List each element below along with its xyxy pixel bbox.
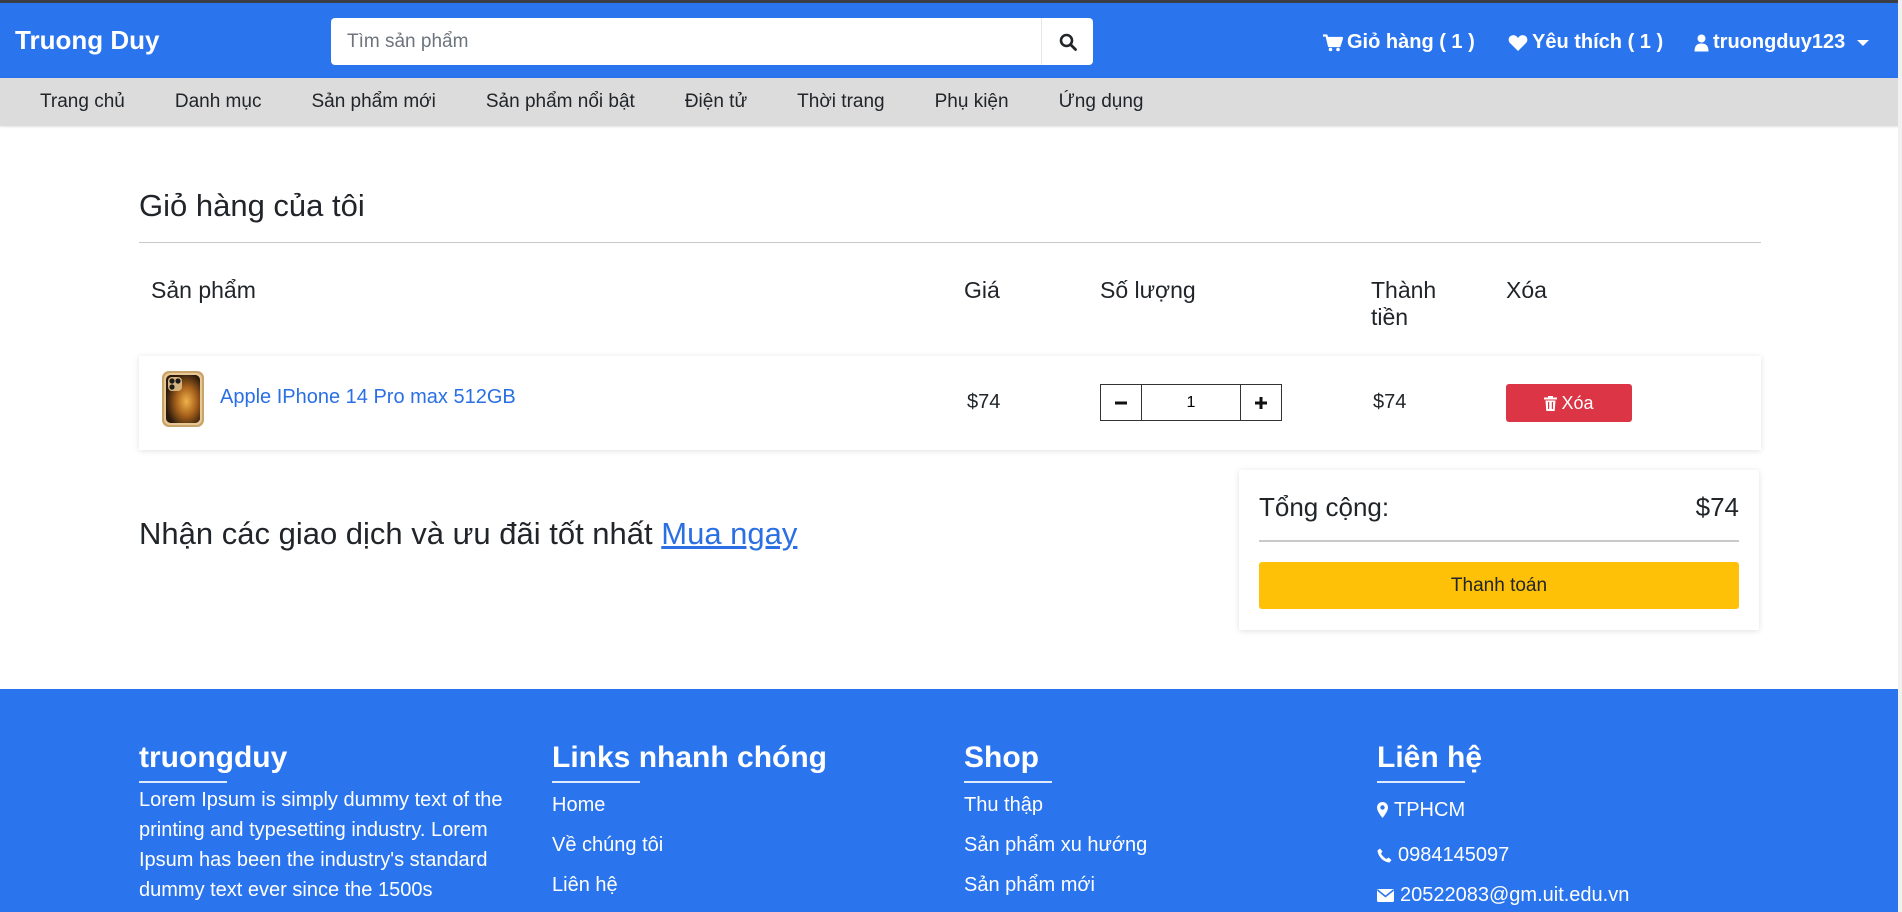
cart-link-label: Giỏ hàng ( 1 ): [1347, 31, 1475, 53]
search-button[interactable]: [1041, 18, 1093, 65]
footer-link-contact[interactable]: Liên hệ: [552, 865, 827, 905]
footer-address-text: TPHCM: [1394, 799, 1466, 821]
promo-text: Nhận các giao dịch và ưu đãi tốt nhất: [139, 516, 653, 551]
footer-about: truongduy Lorem Ipsum is simply dummy te…: [139, 741, 519, 905]
column-header-price: Giá: [964, 277, 1000, 303]
footer-quick-links: Links nhanh chóng Home Về chúng tôi Liên…: [552, 741, 827, 905]
chevron-down-icon: [1857, 39, 1870, 46]
nav-item-home[interactable]: Trang chủ: [40, 91, 125, 113]
nav-item-accessories[interactable]: Phụ kiện: [935, 91, 1009, 113]
user-icon: [1694, 34, 1709, 51]
footer-email: 20522083@gm.uit.edu.vn: [1377, 875, 1629, 912]
quantity-input[interactable]: [1142, 384, 1240, 421]
wishlist-link-label: Yêu thích ( 1 ): [1532, 31, 1664, 53]
column-header-quantity: Số lượng: [1100, 277, 1196, 303]
product-price: $74: [967, 391, 1001, 413]
footer-shop: Shop Thu thập Sản phẩm xu hướng Sản phẩm…: [964, 741, 1147, 905]
footer-about-text: Lorem Ipsum is simply dummy text of the …: [139, 789, 503, 901]
footer-phone: 0984145097: [1377, 835, 1629, 875]
shopping-cart-icon: [1323, 33, 1343, 51]
delete-item-label: Xóa: [1561, 392, 1594, 413]
page-title: Giỏ hàng của tôi: [139, 188, 365, 223]
increase-quantity-button[interactable]: [1240, 384, 1282, 421]
footer-shop-trending[interactable]: Sản phẩm xu hướng: [964, 825, 1147, 865]
search-icon: [1059, 33, 1077, 51]
shop-now-link[interactable]: Mua ngay: [661, 516, 797, 551]
nav-item-featured-products[interactable]: Sản phẩm nổi bật: [486, 91, 635, 113]
footer-link-about[interactable]: Về chúng tôi: [552, 825, 827, 865]
total-label: Tổng cộng:: [1259, 492, 1390, 522]
page-scrollbar[interactable]: [1898, 0, 1902, 912]
category-nav: Trang chủ Danh mục Sản phẩm mới Sản phẩm…: [0, 78, 1902, 126]
product-thumbnail[interactable]: [161, 370, 205, 428]
envelope-icon: [1377, 888, 1394, 902]
decrease-quantity-button[interactable]: [1100, 384, 1142, 421]
trash-icon: [1544, 395, 1558, 411]
footer-link-home[interactable]: Home: [552, 785, 827, 825]
order-summary: Tổng cộng: $74 Thanh toán: [1239, 470, 1759, 630]
promo-banner: Nhận các giao dịch và ưu đãi tốt nhất Mu…: [139, 516, 797, 552]
footer-address: TPHCM: [1377, 785, 1629, 835]
column-header-product: Sản phẩm: [151, 277, 256, 303]
heart-icon: [1508, 34, 1528, 51]
title-divider: [139, 242, 1761, 243]
footer-shop-title: Shop: [964, 741, 1147, 783]
column-header-total: Thành tiền: [1371, 277, 1437, 330]
footer-shop-collect[interactable]: Thu thập: [964, 785, 1147, 825]
plus-icon: [1255, 396, 1267, 409]
footer-email-text[interactable]: 20522083@gm.uit.edu.vn: [1400, 875, 1629, 912]
footer-about-title: truongduy: [139, 741, 519, 783]
column-header-delete: Xóa: [1506, 277, 1547, 303]
footer-shop-new[interactable]: Sản phẩm mới: [964, 865, 1147, 905]
search-bar: [331, 18, 1093, 65]
summary-divider: [1259, 540, 1739, 542]
quantity-stepper: [1100, 384, 1282, 421]
phone-icon: [1377, 848, 1392, 862]
nav-item-categories[interactable]: Danh mục: [175, 91, 262, 113]
nav-item-electronics[interactable]: Điện tử: [685, 91, 747, 113]
site-footer: truongduy Lorem Ipsum is simply dummy te…: [0, 689, 1898, 912]
footer-contact-title: Liên hệ: [1377, 741, 1629, 783]
minus-icon: [1115, 401, 1127, 404]
search-input[interactable]: [331, 18, 1041, 65]
cart-link[interactable]: Giỏ hàng ( 1 ): [1323, 31, 1475, 54]
nav-item-fashion[interactable]: Thời trang: [797, 91, 884, 113]
footer-phone-text[interactable]: 0984145097: [1398, 835, 1509, 875]
brand-logo[interactable]: Truong Duy: [15, 25, 159, 56]
footer-links-title: Links nhanh chóng: [552, 741, 827, 783]
footer-contact: Liên hệ TPHCM 0984145097 20522083@gm.uit…: [1377, 741, 1629, 912]
product-name-link[interactable]: Apple IPhone 14 Pro max 512GB: [220, 386, 516, 409]
nav-item-new-products[interactable]: Sản phẩm mới: [311, 91, 435, 113]
nav-item-apps[interactable]: Ứng dụng: [1059, 91, 1144, 113]
map-marker-icon: [1377, 802, 1388, 818]
delete-item-button[interactable]: Xóa: [1506, 384, 1632, 422]
wishlist-link[interactable]: Yêu thích ( 1 ): [1508, 31, 1663, 54]
checkout-button[interactable]: Thanh toán: [1259, 562, 1739, 609]
user-menu-toggle[interactable]: truongduy123: [1694, 31, 1870, 54]
item-total: $74: [1373, 391, 1407, 413]
cart-item-row: Apple IPhone 14 Pro max 512GB $74 $74 Xó…: [139, 356, 1761, 450]
username-label: truongduy123: [1713, 31, 1846, 53]
total-value: $74: [1695, 492, 1739, 522]
top-navbar: Truong Duy Giỏ hàng ( 1 ) Yêu thích ( 1 …: [0, 0, 1902, 78]
